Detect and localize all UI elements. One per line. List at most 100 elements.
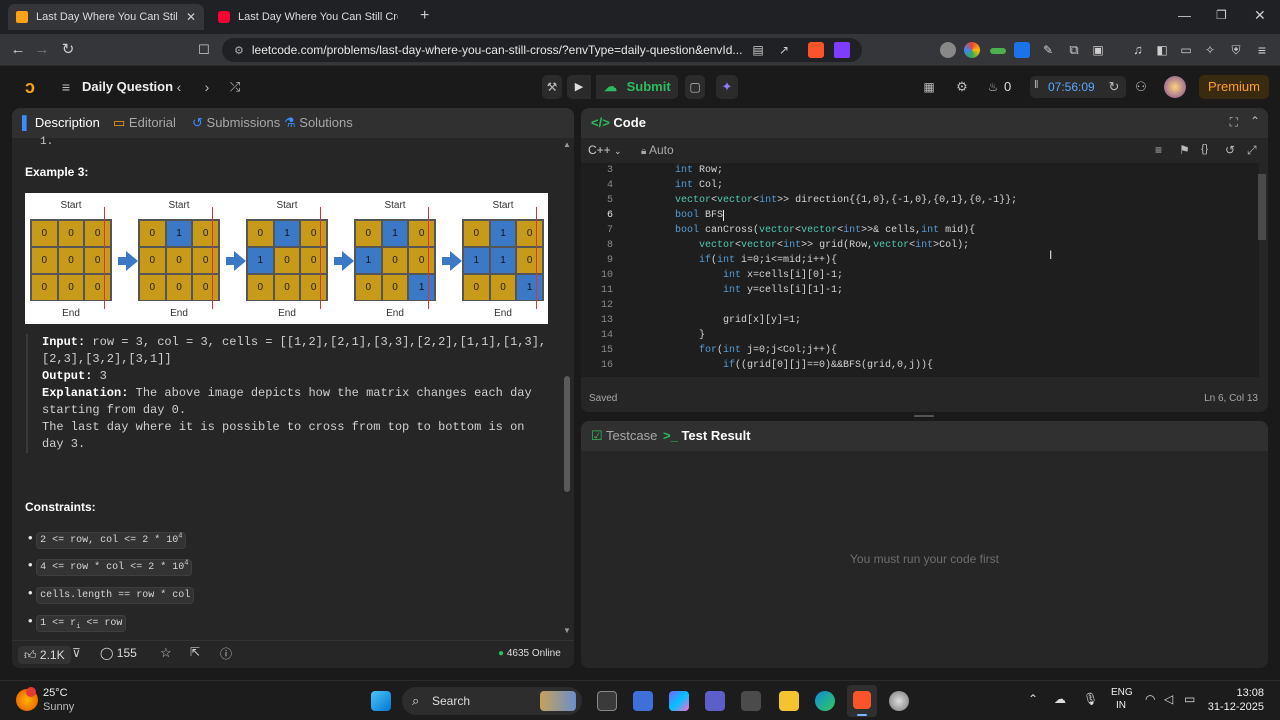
layout-icon[interactable]: ▦ (920, 77, 938, 97)
site-info-icon[interactable]: ⚙ (234, 44, 244, 57)
menu-icon[interactable]: ≡ (1252, 40, 1272, 60)
run-button[interactable]: ▶ (567, 75, 591, 99)
tab-manager-icon[interactable]: ▭ (1176, 40, 1196, 60)
microphone-icon[interactable]: 🎙︎ (1083, 692, 1098, 706)
fullscreen-icon[interactable]: ⛶ (1230, 115, 1238, 130)
share-icon[interactable]: ⇱ (190, 645, 200, 659)
file-explorer-icon[interactable] (779, 691, 799, 711)
wallet-icon[interactable]: ▣ (1088, 40, 1108, 60)
code-editor[interactable]: 3 int Row; 4 int Col; 5 vector<vector<int>> d… (581, 163, 1259, 377)
tab-test-result[interactable]: >_ Test Result (663, 428, 751, 443)
browser-tab[interactable]: Last Day Where You Can Still Cross | (210, 4, 406, 30)
onedrive-icon[interactable]: ☁ (1054, 692, 1066, 706)
timer-reset-icon[interactable]: ↻ (1106, 77, 1122, 97)
share-icon[interactable]: ↗ (774, 40, 794, 60)
code-line[interactable]: 16 if((grid[0][j]==0)&&BFS(grid,0,j)){ (581, 358, 1259, 373)
shuffle-icon[interactable]: ⤮ (226, 77, 244, 97)
format-icon[interactable]: ≡ (1155, 143, 1162, 157)
tab-editorial[interactable]: ▭ Editorial (113, 115, 176, 131)
like-button[interactable]: 👍︎ 2.1K (18, 646, 71, 664)
battery-icon[interactable]: ▭ (1184, 692, 1195, 706)
brave-shield-icon[interactable] (808, 42, 824, 58)
tab-testcase[interactable]: ☑ Testcase (591, 428, 657, 444)
code-line[interactable]: 7 bool canCross(vector<vector<int>>& cell… (581, 223, 1259, 238)
tray-overflow-icon[interactable]: ⌃ (1028, 692, 1038, 706)
star-icon[interactable]: ☆ (160, 645, 172, 661)
add-friend-icon[interactable]: ⚇ (1132, 77, 1150, 97)
media-icon[interactable]: ♫ (1128, 40, 1148, 60)
widgets-icon[interactable] (633, 691, 653, 711)
reset-code-icon[interactable]: ↺ (1225, 143, 1235, 157)
code-line[interactable]: 13 grid[x][y]=1; (581, 313, 1259, 328)
teams-icon[interactable] (705, 691, 725, 711)
brave-rewards-icon[interactable] (834, 42, 850, 58)
forward-icon[interactable]: → (32, 40, 52, 60)
submit-button[interactable]: ☁ Submit (596, 75, 678, 99)
premium-button[interactable]: Premium (1199, 75, 1269, 99)
sidebar-icon[interactable]: ◧ (1152, 40, 1172, 60)
vpn-icon[interactable]: ⛨ (1226, 40, 1246, 60)
code-line[interactable]: 12 (581, 298, 1259, 313)
edge-icon[interactable] (815, 691, 835, 711)
weather-temp[interactable]: 25°C (43, 687, 68, 699)
list-icon[interactable]: ≡ (58, 77, 74, 97)
settings-icon[interactable]: ⚙ (953, 77, 971, 97)
language-select[interactable]: C++ ⌄ (588, 143, 622, 157)
code-scrollbar[interactable] (1258, 174, 1266, 240)
wifi-icon[interactable]: ◠ (1145, 692, 1155, 706)
window-close-icon[interactable]: ✕ (1254, 7, 1266, 24)
browser-tab-active[interactable]: Last Day Where You Can Still Cro ✕ (8, 4, 204, 30)
description-scrollbar[interactable] (564, 376, 570, 492)
tab-submissions[interactable]: ↺ Submissions (192, 115, 280, 131)
code-line[interactable]: 6 bool BFS (581, 208, 1259, 223)
collapse-icon[interactable]: ⌃ (1250, 114, 1260, 128)
ai-assist-icon[interactable]: ✦ (716, 75, 738, 99)
brave-taskbar-active[interactable] (847, 685, 877, 717)
pen-icon[interactable]: ✎ (1038, 40, 1058, 60)
chrome-extension-icon[interactable] (964, 42, 980, 58)
new-tab-icon[interactable]: + (420, 7, 429, 25)
timer-pause-icon[interactable]: ‖ (1034, 79, 1039, 91)
input-language[interactable]: ENG (1111, 687, 1133, 698)
chrome-icon[interactable] (889, 691, 909, 711)
windows-start-icon[interactable] (371, 691, 391, 711)
code-line[interactable]: 8 vector<vector<int>> grid(Row,vector<int… (581, 238, 1259, 253)
tab-description[interactable]: ▌ Description (22, 115, 100, 130)
scroll-down-icon[interactable]: ▼ (563, 626, 571, 635)
maximize-icon[interactable]: ❐ (1216, 8, 1227, 22)
comments-button[interactable]: ◯ 155 (100, 646, 137, 660)
leo-icon[interactable]: ✧ (1200, 40, 1220, 60)
tab-code[interactable]: </> Code (591, 115, 646, 130)
avatar[interactable] (1164, 76, 1186, 98)
bookmark-icon[interactable]: ☐ (194, 40, 214, 60)
back-icon[interactable]: ← (8, 40, 28, 60)
code-line[interactable]: 3 int Row; (581, 163, 1259, 178)
prev-question-icon[interactable]: ‹ (172, 77, 186, 97)
close-tab-icon[interactable]: ✕ (186, 10, 196, 24)
code-line[interactable]: 5 vector<vector<int>> direction{{1,0},{-1… (581, 193, 1259, 208)
code-line[interactable]: 14} (581, 328, 1259, 343)
puzzle-icon[interactable]: ⧉ (1064, 40, 1084, 60)
dislike-icon[interactable]: ⊽ (72, 646, 81, 660)
next-question-icon[interactable]: › (200, 77, 214, 97)
scroll-up-icon[interactable]: ▲ (563, 140, 571, 149)
task-view-icon[interactable] (597, 691, 617, 711)
bookmark-icon[interactable]: ⚑ (1179, 143, 1190, 157)
extension-bar-icon[interactable] (990, 48, 1006, 54)
code-line[interactable]: 11 int y=cells[i][1]-1; (581, 283, 1259, 298)
daily-question-link[interactable]: Daily Question (82, 79, 173, 94)
reader-icon[interactable]: ▤ (748, 40, 768, 60)
clock[interactable]: 13:08 31-12-2025 (1208, 687, 1264, 713)
note-icon[interactable]: ▢ (685, 75, 705, 99)
code-line[interactable]: 9 if(int i=0;i<=mid;i++){ (581, 253, 1259, 268)
copilot-icon[interactable] (669, 691, 689, 711)
tab-solutions[interactable]: ⚗ Solutions (284, 115, 353, 131)
taskbar-search[interactable]: ⌕ Search (402, 687, 582, 715)
code-line[interactable]: 10 int x=cells[i][0]-1; (581, 268, 1259, 283)
volume-icon[interactable]: ◁ (1164, 692, 1173, 706)
reload-icon[interactable]: ↻ (58, 40, 78, 60)
calculator-icon[interactable] (741, 691, 761, 711)
expand-icon[interactable]: ⤢ (1247, 143, 1257, 158)
extension-icon[interactable] (940, 42, 956, 58)
autocomplete-toggle[interactable]: 🔒︎ Auto (641, 143, 674, 157)
